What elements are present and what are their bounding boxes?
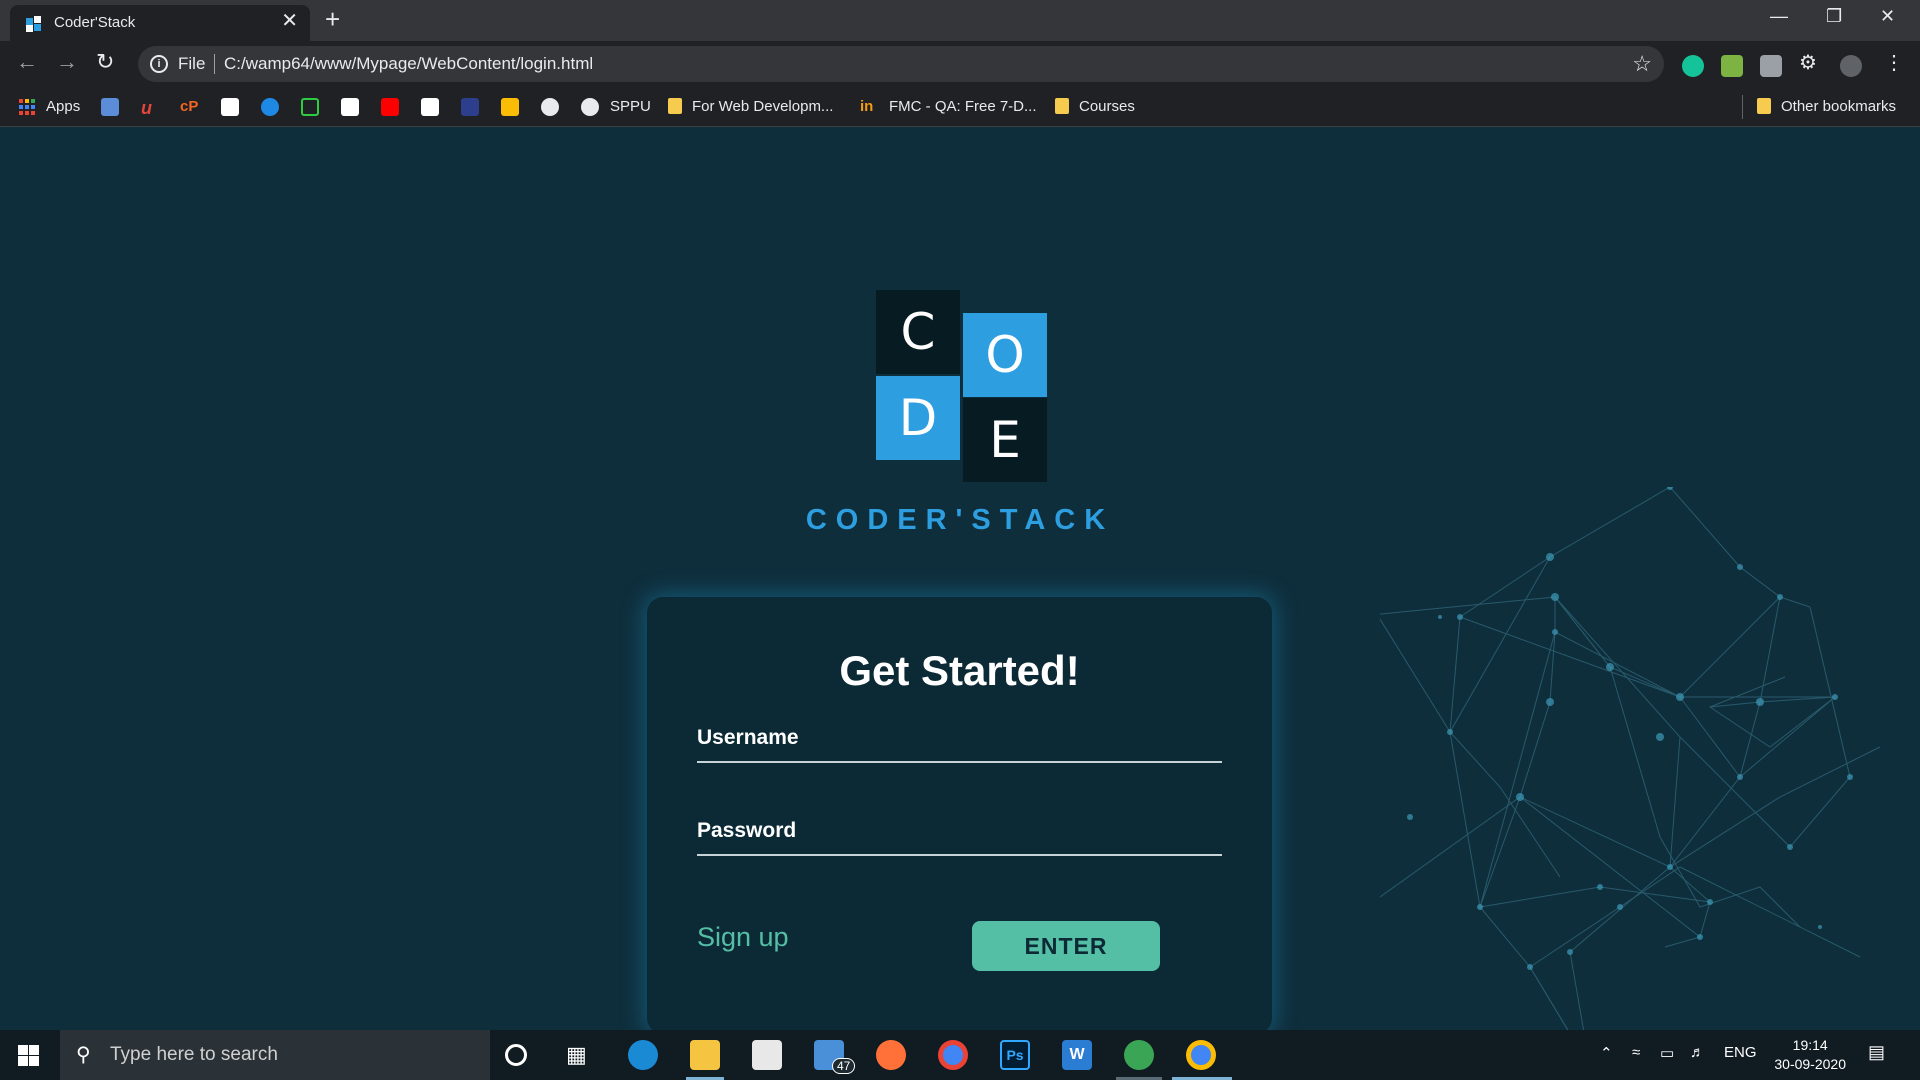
extensions-puzzle-icon[interactable]: ⚙ <box>1799 50 1821 74</box>
windows-start-icon[interactable] <box>18 1045 39 1066</box>
notifications-icon[interactable]: ▤ <box>1868 1042 1885 1063</box>
bookmarks-divider <box>1742 95 1743 119</box>
bookmarks-bar: Apps u cP SPPU For Web Developm... in FM… <box>0 87 1920 127</box>
login-title: Get Started! <box>839 647 1080 694</box>
bookmark-sppu[interactable]: SPPU <box>610 97 651 117</box>
bookmark-other[interactable]: Other bookmarks <box>1757 97 1896 117</box>
globe-icon <box>581 98 599 116</box>
battery-icon[interactable]: ▭ <box>1660 1044 1674 1062</box>
back-icon[interactable]: ← <box>16 49 38 75</box>
code-logo: C O D E <box>876 290 1047 482</box>
show-hidden-icons-chevron-icon[interactable]: ⌃ <box>1600 1044 1613 1062</box>
browser-tab[interactable]: Coder'Stack ✕ <box>10 5 310 41</box>
volume-icon[interactable]: ♬ <box>1690 1044 1705 1061</box>
password-field <box>697 808 1222 856</box>
youtube-icon[interactable] <box>381 98 399 116</box>
username-input[interactable] <box>697 715 1222 761</box>
enter-button[interactable]: ENTER <box>972 921 1160 971</box>
clock-date: 30-09-2020 <box>1774 1056 1846 1072</box>
login-page: C O D E CODER'STACK Get Started! Sign up… <box>0 127 1920 1030</box>
menu-kebab-icon[interactable]: ⋮ <box>1884 50 1906 74</box>
bookmark-favicon-icon[interactable] <box>221 98 239 116</box>
folder-icon <box>668 98 682 114</box>
cortana-icon[interactable] <box>505 1044 527 1066</box>
bookmark-apps[interactable]: Apps <box>46 97 80 117</box>
network-wifi-icon[interactable]: ≈ <box>1632 1044 1640 1061</box>
network-background-graphic <box>1380 487 1881 1030</box>
edge-icon[interactable] <box>628 1040 658 1070</box>
language-indicator[interactable]: ENG <box>1724 1044 1757 1061</box>
forward-icon[interactable]: → <box>56 49 78 75</box>
bookmark-star-icon[interactable]: ☆ <box>1632 51 1652 77</box>
extension-icon[interactable] <box>1760 55 1782 77</box>
task-view-icon[interactable]: ▦ <box>566 1042 596 1072</box>
bookmark-favicon-icon[interactable] <box>421 98 439 116</box>
browser-tab-strip: Coder'Stack ✕ + — ❐ ✕ <box>0 0 1920 41</box>
firefox-icon[interactable] <box>876 1040 906 1070</box>
windows-taskbar: ⚲ Type here to search ▦ 47 Ps W ⌃ ≈ ▭ ♬ … <box>0 1030 1920 1080</box>
bookmark-favicon-icon[interactable] <box>461 98 479 116</box>
url-text[interactable]: C:/wamp64/www/Mypage/WebContent/login.ht… <box>224 54 593 74</box>
folder-icon <box>1055 98 1069 114</box>
url-scheme: File <box>178 54 206 73</box>
mail-badge: 47 <box>832 1058 856 1074</box>
reload-icon[interactable]: ↻ <box>96 49 114 75</box>
brand-name: CODER'STACK <box>805 504 1115 536</box>
bookmark-favicon-icon[interactable] <box>301 98 319 116</box>
bookmark-favicon-icon[interactable] <box>101 98 119 116</box>
site-info-icon[interactable]: i <box>150 55 168 73</box>
extension-icon[interactable] <box>1721 55 1743 77</box>
tab-close-icon[interactable]: ✕ <box>281 11 298 31</box>
bookmark-web-development[interactable]: For Web Developm... <box>668 97 833 117</box>
file-explorer-icon[interactable] <box>690 1040 720 1070</box>
new-tab-button[interactable]: + <box>325 6 340 32</box>
address-bar[interactable]: i File C:/wamp64/www/Mypage/WebContent/l… <box>138 46 1664 82</box>
url-separator <box>214 54 215 74</box>
coderstack-favicon-icon <box>26 16 41 32</box>
search-icon: ⚲ <box>76 1044 91 1066</box>
close-window-icon[interactable]: ✕ <box>1880 6 1895 27</box>
profile-avatar[interactable] <box>1840 55 1862 77</box>
chrome-active-icon[interactable] <box>1186 1040 1216 1070</box>
gmail-icon[interactable] <box>341 98 359 116</box>
tab-title: Coder'Stack <box>54 14 136 31</box>
minimize-icon[interactable]: — <box>1770 6 1788 27</box>
restore-icon[interactable]: ❐ <box>1826 6 1842 27</box>
chrome-icon[interactable] <box>938 1040 968 1070</box>
logo-tile-e: E <box>963 398 1047 482</box>
logo-tile-c: C <box>876 290 960 374</box>
bookmark-fmc-qa[interactable]: FMC - QA: Free 7-D... <box>889 97 1037 117</box>
bookmark-courses[interactable]: Courses <box>1055 97 1135 117</box>
signup-link[interactable]: Sign up <box>697 922 789 953</box>
folder-icon <box>1757 98 1771 114</box>
keep-icon[interactable] <box>501 98 519 116</box>
logo-tile-o: O <box>963 313 1047 397</box>
taskbar-search-placeholder: Type here to search <box>110 1044 278 1065</box>
password-input[interactable] <box>697 808 1222 854</box>
clock-time: 19:14 <box>1792 1037 1828 1053</box>
taskbar-clock[interactable]: 19:14 30-09-2020 <box>1774 1036 1846 1074</box>
login-card: Get Started! Sign up ENTER <box>647 597 1272 1030</box>
bookmark-favicon-icon[interactable]: cP <box>180 98 198 116</box>
github-icon[interactable] <box>541 98 559 116</box>
atom-icon[interactable] <box>1124 1040 1154 1070</box>
browser-toolbar: ← → ↻ i File C:/wamp64/www/Mypage/WebCon… <box>0 41 1920 87</box>
photoshop-icon[interactable]: Ps <box>1000 1040 1030 1070</box>
logo-tile-d: D <box>876 376 960 460</box>
taskbar-search-box[interactable]: ⚲ Type here to search <box>60 1030 490 1080</box>
bookmark-favicon-icon[interactable]: u <box>141 98 159 118</box>
onedrive-icon[interactable] <box>261 98 279 116</box>
store-icon[interactable] <box>752 1040 782 1070</box>
username-field <box>697 715 1222 763</box>
grammarly-extension-icon[interactable] <box>1682 55 1704 77</box>
wps-writer-icon[interactable]: W <box>1062 1040 1092 1070</box>
fmc-icon: in <box>860 98 874 115</box>
apps-grid-icon[interactable] <box>18 98 36 116</box>
